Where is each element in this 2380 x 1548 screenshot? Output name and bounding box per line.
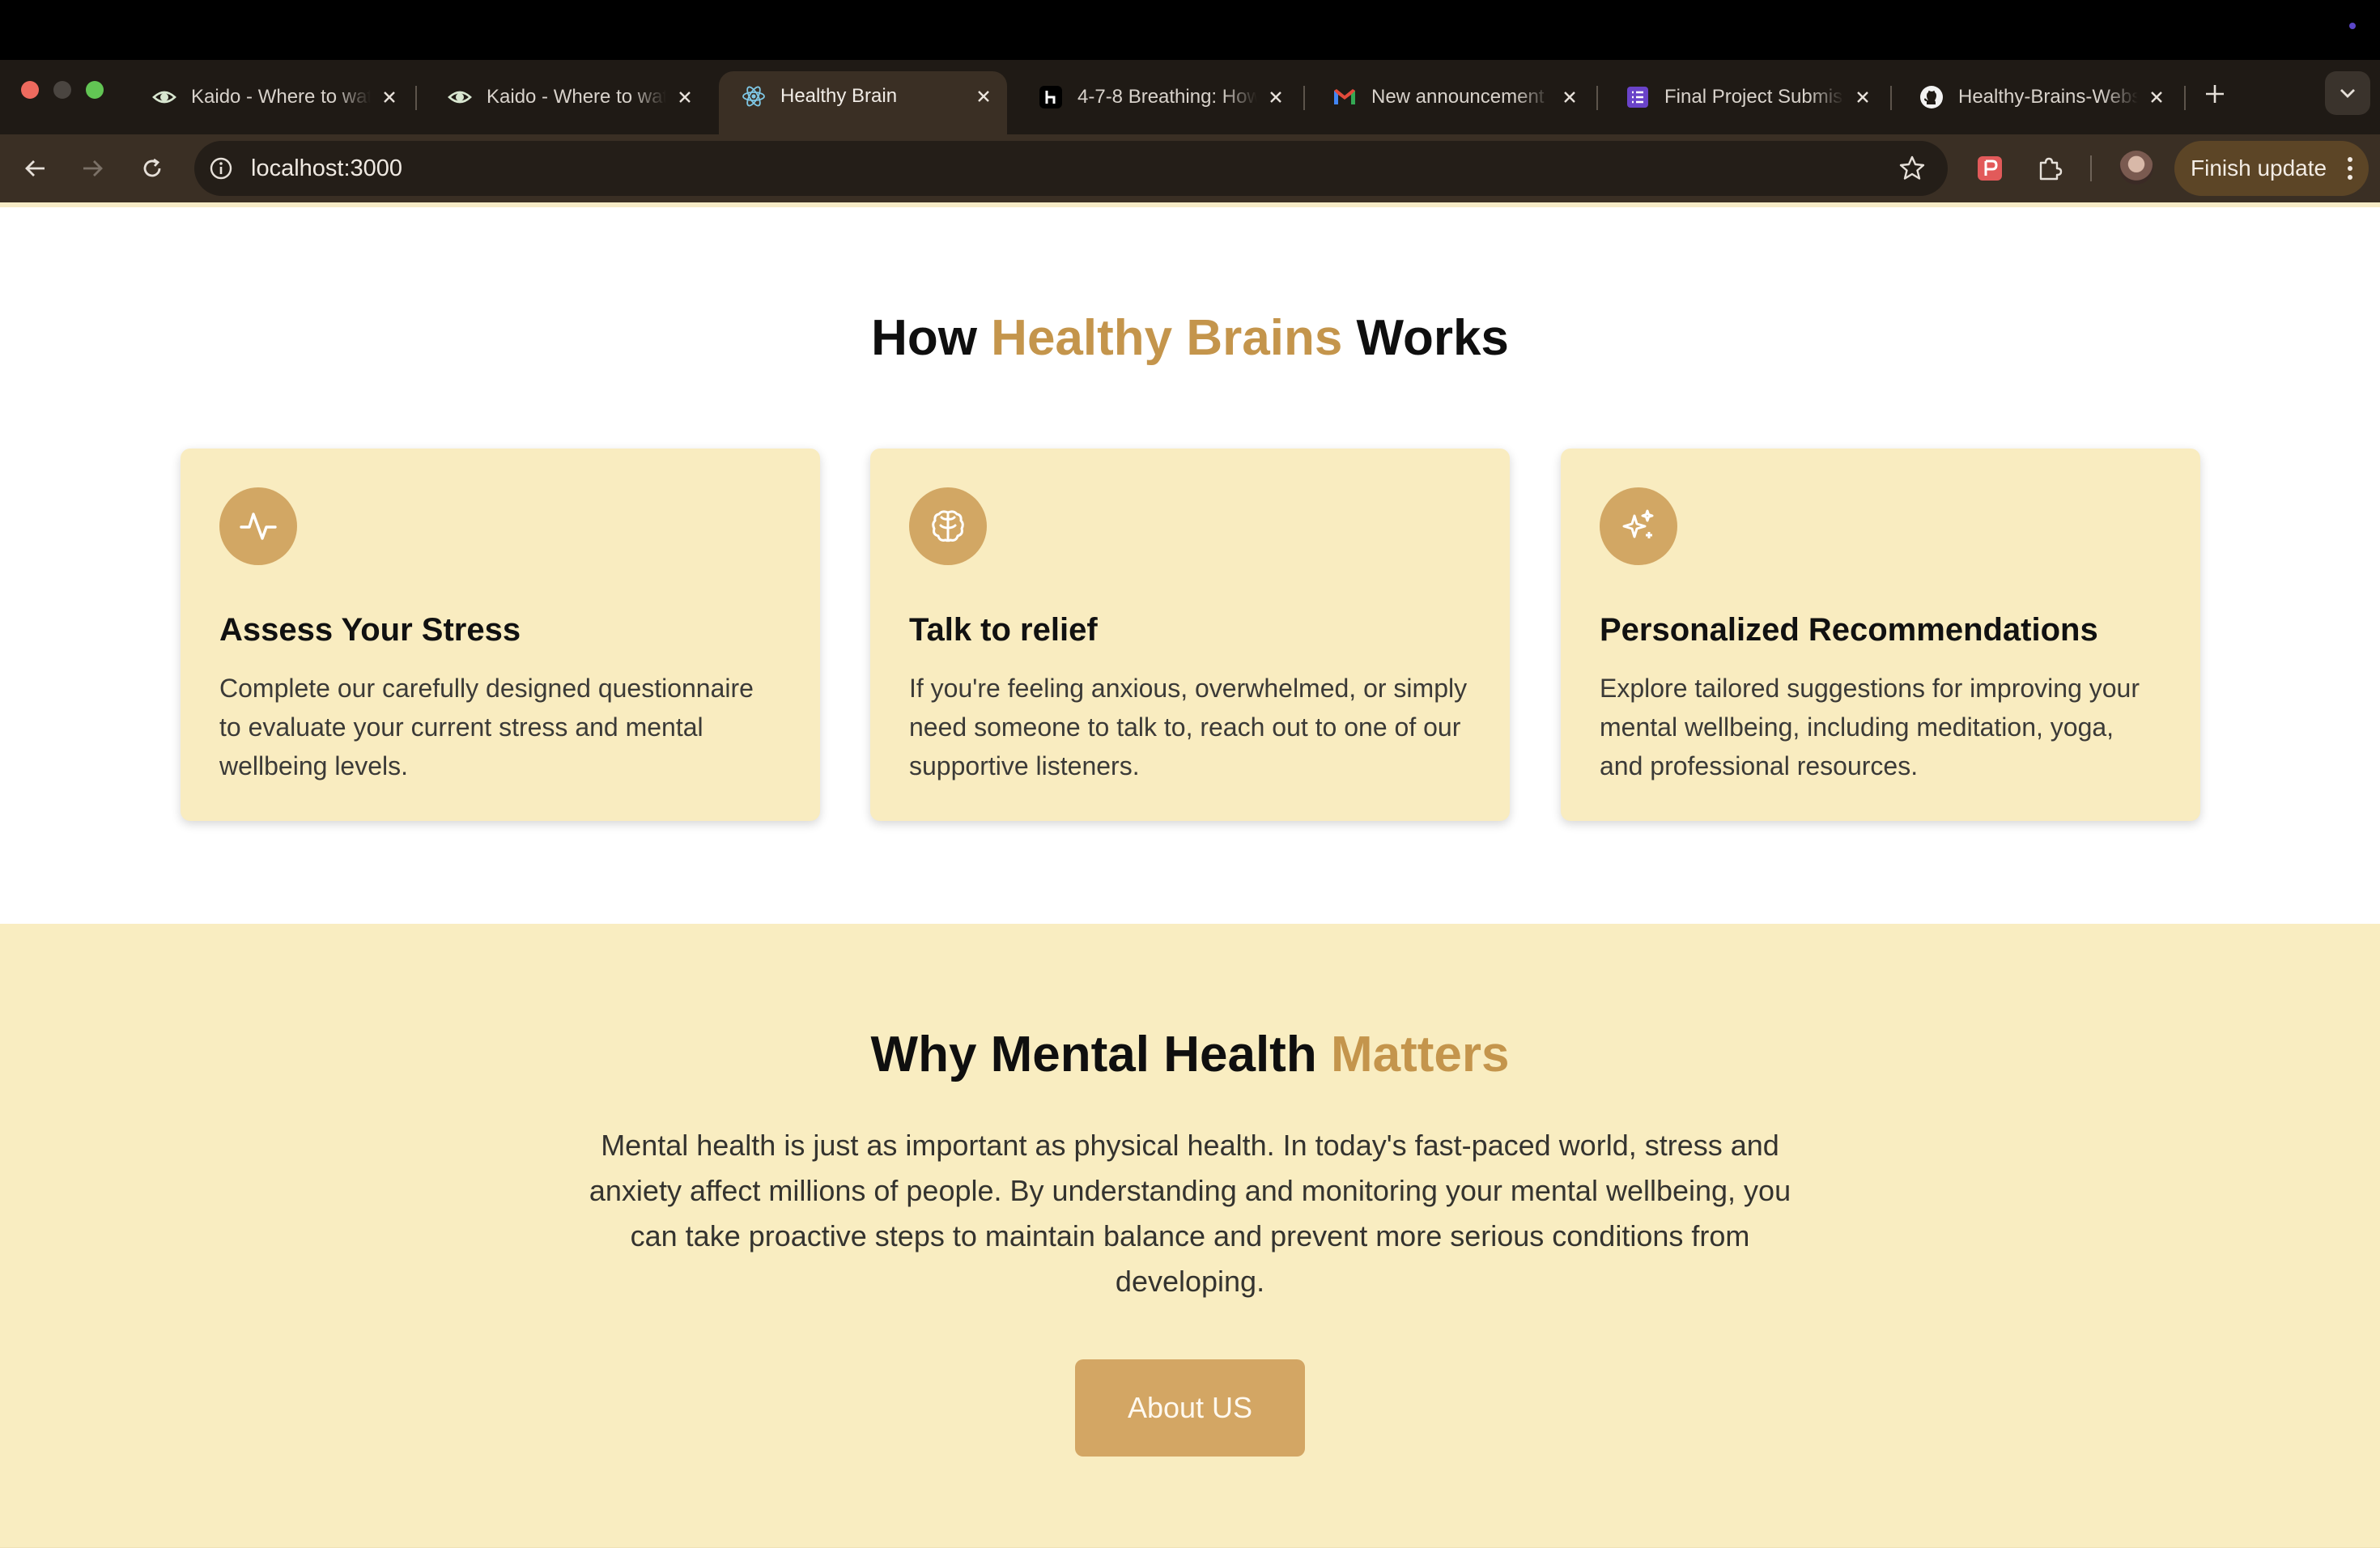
heading-accent: Matters — [1330, 1027, 1510, 1082]
tab-separator — [1596, 86, 1598, 110]
extension-red-icon[interactable] — [1974, 152, 2006, 185]
headspace-h-icon — [1037, 83, 1065, 111]
tab-final-project[interactable]: Final Project Submission — [1603, 73, 1886, 121]
finish-update-button[interactable]: Finish update — [2174, 141, 2369, 196]
tab-title: New announcement — [1371, 86, 1545, 108]
about-us-button[interactable]: About US — [1075, 1359, 1305, 1457]
close-icon[interactable] — [2144, 85, 2169, 109]
reload-icon — [143, 158, 161, 177]
card-title: Assess Your Stress — [219, 612, 521, 648]
site-info-icon[interactable] — [207, 155, 235, 182]
card-title: Talk to relief — [909, 612, 1098, 648]
card-title: Personalized Recommendations — [1600, 612, 2098, 648]
tab-separator — [1890, 86, 1892, 110]
why-heading: Why Mental Health Matters — [0, 1026, 2380, 1083]
page-top-edge — [0, 202, 2380, 207]
close-icon[interactable] — [971, 84, 996, 108]
reload-button[interactable] — [134, 151, 170, 186]
url-text[interactable]: localhost:3000 — [251, 155, 402, 182]
plus-icon — [2206, 85, 2224, 103]
tab-kaido-1[interactable]: Kaido - Where to watch anime — [130, 73, 413, 121]
window-minimize-button[interactable] — [53, 81, 71, 99]
address-bar[interactable]: localhost:3000 — [194, 141, 1948, 196]
back-button[interactable] — [18, 151, 53, 186]
close-icon[interactable] — [1264, 85, 1288, 109]
card-text: Explore tailored suggestions for improvi… — [1600, 674, 2140, 780]
tab-separator — [2184, 86, 2186, 110]
tab-title: Final Project Submission — [1664, 86, 1844, 108]
tab-title: Healthy Brain — [780, 85, 898, 107]
toolbar-separator — [2090, 155, 2092, 181]
browser-toolbar: localhost:3000 Finish update — [0, 134, 2380, 202]
heading-accent: Healthy Brains — [991, 310, 1343, 366]
close-icon[interactable] — [1558, 85, 1582, 109]
profile-avatar[interactable] — [2119, 151, 2153, 185]
sparkles-icon — [1600, 487, 1677, 565]
os-menu-bar — [0, 0, 2380, 60]
why-section: Why Mental Health Matters Mental health … — [0, 924, 2380, 1548]
tab-gmail[interactable]: New announcement — [1310, 73, 1593, 121]
chevron-down-icon — [2340, 89, 2355, 98]
feature-card-recommendations: Personalized Recommendations Explore tai… — [1561, 449, 2200, 821]
bookmark-star-icon[interactable] — [1898, 154, 1927, 183]
tab-title: 4-7-8 Breathing: How to do it — [1077, 86, 1257, 108]
extensions-puzzle-icon[interactable] — [2034, 152, 2066, 185]
tab-search-button[interactable] — [2325, 71, 2370, 115]
status-indicator-dot — [2349, 23, 2356, 29]
close-icon[interactable] — [673, 85, 697, 109]
tab-title: Kaido - Where to watch anime — [191, 86, 371, 108]
card-text: If you're feeling anxious, overwhelmed, … — [909, 674, 1468, 780]
tab-title: Kaido - Where to watch anime — [487, 86, 666, 108]
feature-card-talk: Talk to relief If you're feeling anxious… — [870, 449, 1510, 821]
feature-card-assess: Assess Your Stress Complete our carefull… — [181, 449, 820, 821]
activity-pulse-icon — [219, 487, 297, 565]
why-body-text: Mental health is just as important as ph… — [589, 1129, 1791, 1298]
brain-icon — [909, 487, 987, 565]
tab-github[interactable]: Healthy-Brains-Website — [1897, 73, 2180, 121]
tab-kaido-2[interactable]: Kaido - Where to watch anime — [425, 73, 708, 121]
heading-prefix: Why Mental Health — [870, 1027, 1331, 1082]
arrow-left-icon — [25, 160, 45, 176]
forms-list-icon — [1624, 83, 1651, 111]
react-atom-icon — [740, 83, 767, 110]
forward-button[interactable] — [74, 151, 110, 186]
close-icon[interactable] — [1851, 85, 1875, 109]
window-close-button[interactable] — [21, 81, 39, 99]
tab-separator — [415, 86, 417, 110]
card-text: Complete our carefully designed question… — [219, 674, 754, 780]
tab-breathing[interactable]: 4-7-8 Breathing: How to do it — [1016, 73, 1299, 121]
github-icon — [1918, 83, 1945, 111]
how-it-works-heading: How Healthy Brains Works — [0, 309, 2380, 367]
heading-prefix: How — [871, 310, 992, 366]
new-tab-button[interactable] — [2199, 78, 2231, 110]
kaido-eye-icon — [446, 83, 474, 111]
tab-strip: Kaido - Where to watch anime Kaido - Whe… — [0, 60, 2380, 134]
tab-title: Healthy-Brains-Website — [1958, 86, 2138, 108]
window-zoom-button[interactable] — [86, 81, 104, 99]
arrow-right-icon — [83, 160, 103, 176]
more-vert-icon[interactable] — [2346, 155, 2354, 181]
tab-healthy-brain[interactable]: Healthy Brain — [719, 71, 1007, 134]
heading-suffix: Works — [1342, 310, 1509, 366]
tab-separator — [1303, 86, 1305, 110]
finish-update-label: Finish update — [2191, 155, 2327, 181]
close-icon[interactable] — [377, 85, 402, 109]
kaido-eye-icon — [151, 83, 178, 111]
gmail-icon — [1331, 83, 1358, 111]
